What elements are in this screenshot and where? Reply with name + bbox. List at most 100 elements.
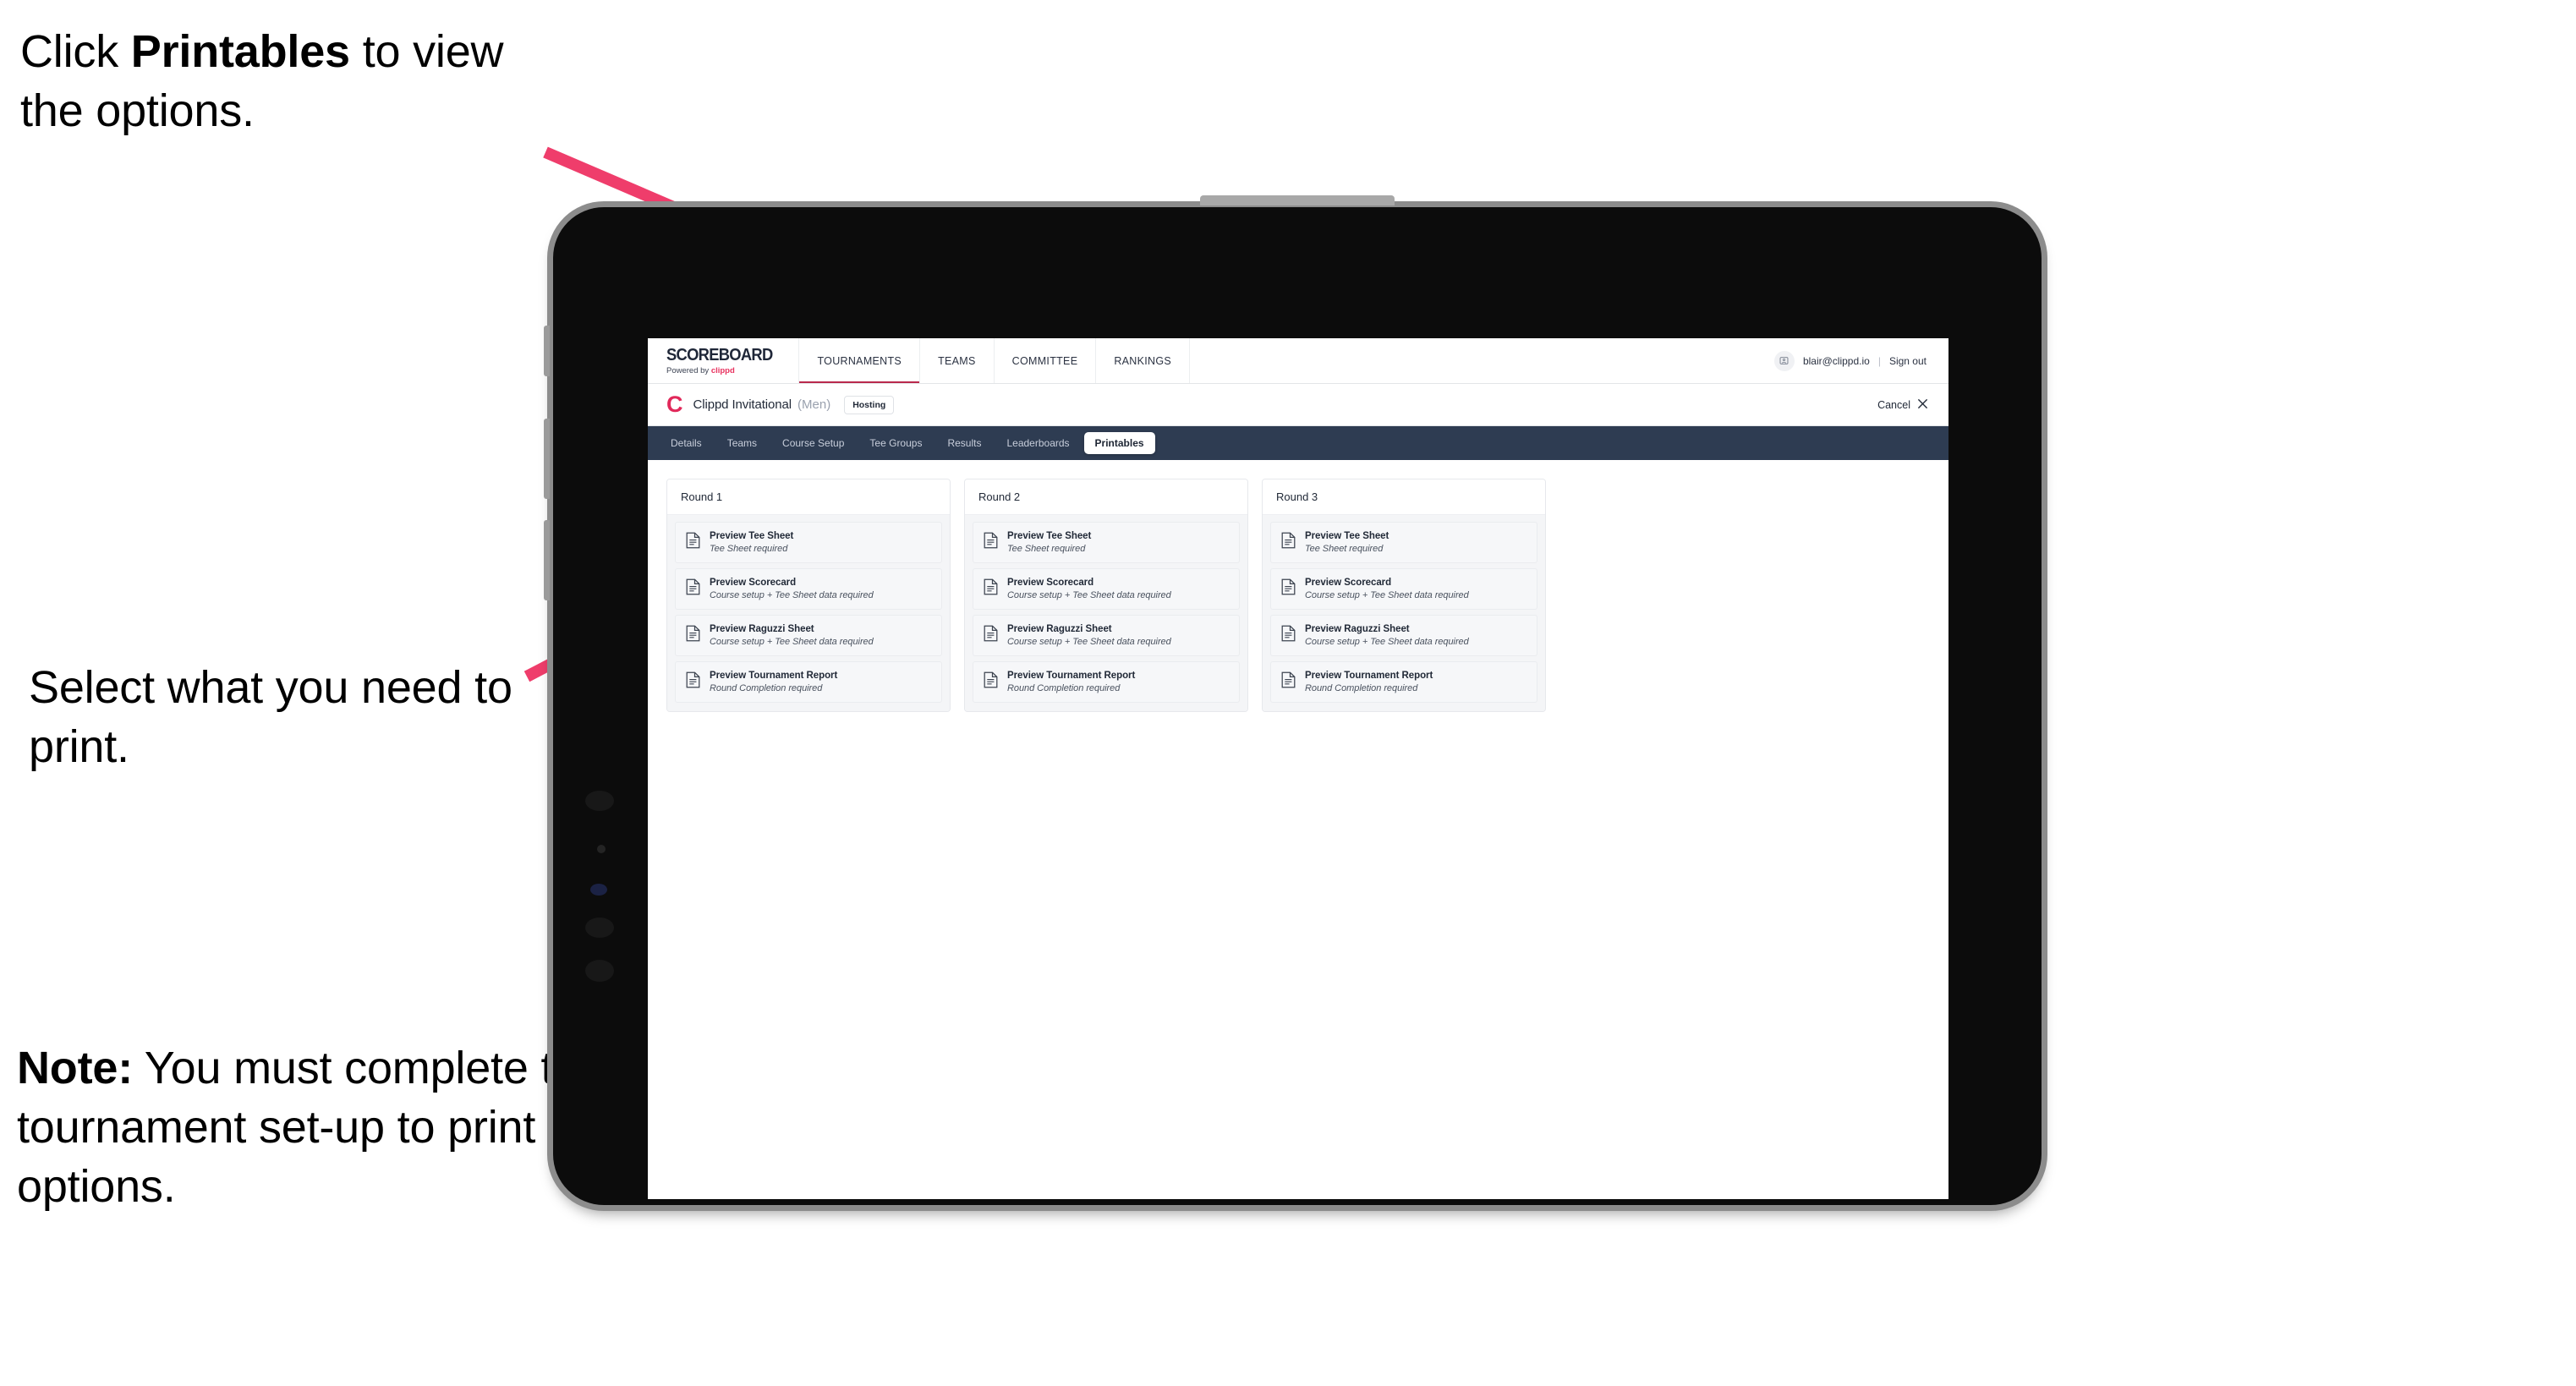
account-email: blair@clippd.io [1802, 354, 1870, 367]
list-item[interactable]: Preview Tournament Report Round Completi… [675, 661, 942, 703]
list-item-title: Preview Tee Sheet [1305, 531, 1389, 541]
nav-link-tournaments[interactable]: TOURNAMENTS [799, 338, 921, 383]
sign-out-link[interactable]: Sign out [1889, 355, 1927, 367]
tab-leaderboards[interactable]: Leaderboards [995, 432, 1080, 454]
document-icon [686, 578, 700, 600]
cancel-button-label: Cancel [1877, 398, 1910, 411]
document-icon [686, 625, 700, 646]
tab-tee-groups-label: Tee Groups [869, 437, 923, 449]
list-item[interactable]: Preview Scorecard Course setup + Tee She… [1270, 568, 1537, 610]
list-item-subtitle: Course setup + Tee Sheet data required [1305, 637, 1469, 647]
list-item[interactable]: Preview Raguzzi Sheet Course setup + Tee… [973, 615, 1240, 656]
nav-link-committee[interactable]: COMMITTEE [995, 338, 1097, 383]
list-item-title: Preview Scorecard [1305, 578, 1392, 588]
tab-course-setup[interactable]: Course Setup [771, 432, 855, 454]
printables-content: Round 1 Preview Tee Sheet Tee Sheet requ… [648, 460, 1948, 1199]
list-item-subtitle: Course setup + Tee Sheet data required [710, 637, 874, 647]
tablet-sensor-dot [597, 845, 606, 853]
document-icon [1281, 671, 1296, 693]
tournament-gender: (Men) [797, 397, 831, 412]
list-item[interactable]: Preview Raguzzi Sheet Course setup + Tee… [675, 615, 942, 656]
list-item-title: Preview Raguzzi Sheet [1007, 624, 1112, 634]
tab-printables[interactable]: Printables [1083, 432, 1155, 454]
list-item-subtitle: Course setup + Tee Sheet data required [710, 590, 874, 600]
nav-link-committee-label: COMMITTEE [1011, 354, 1078, 367]
list-item[interactable]: Preview Tee Sheet Tee Sheet required [973, 522, 1240, 563]
tab-tee-groups[interactable]: Tee Groups [858, 432, 933, 454]
tablet-camera-lens [590, 884, 607, 896]
account-area: blair@clippd.io | Sign out [1773, 338, 1948, 383]
list-item-subtitle: Tee Sheet required [1305, 544, 1384, 554]
nav-link-rankings[interactable]: RANKINGS [1096, 338, 1191, 383]
tab-results[interactable]: Results [936, 432, 992, 454]
screenshot-root: Click Printables to view the options. Se… [0, 0, 2576, 1386]
list-item-subtitle: Tee Sheet required [710, 544, 788, 554]
round-1-title: Round 1 [667, 479, 950, 515]
scoreboard-logo[interactable]: SCOREBOARD Powered by clippd [648, 338, 800, 383]
round-3-title: Round 3 [1263, 479, 1545, 515]
list-item-subtitle: Round Completion required [1007, 683, 1121, 693]
user-avatar-icon[interactable] [1773, 350, 1795, 371]
clippd-c-logo-icon: C [666, 392, 683, 417]
list-item-title: Preview Tournament Report [710, 671, 838, 681]
tab-details-label: Details [671, 437, 702, 449]
list-item[interactable]: Preview Tee Sheet Tee Sheet required [675, 522, 942, 563]
nav-link-teams[interactable]: TEAMS [920, 338, 995, 383]
document-icon [1281, 578, 1296, 600]
tab-details[interactable]: Details [660, 432, 713, 454]
round-column-2: Round 2 Preview Tee Sheet Tee Sheet requ… [964, 479, 1248, 712]
list-item-subtitle: Round Completion required [710, 683, 823, 693]
tab-results-label: Results [947, 437, 982, 449]
list-item-subtitle: Course setup + Tee Sheet data required [1007, 637, 1171, 647]
list-item[interactable]: Preview Tournament Report Round Completi… [1270, 661, 1537, 703]
annotation-click-printables: Click Printables to view the options. [20, 22, 562, 140]
annotation-click-pre: Click [20, 26, 131, 77]
list-item-title: Preview Tee Sheet [710, 531, 794, 541]
list-item-title: Preview Scorecard [710, 578, 797, 588]
tablet-speaker-hole-1 [585, 791, 614, 811]
annotation-select-print: Select what you need to print. [29, 658, 536, 776]
annotation-click-bold: Printables [130, 26, 350, 77]
tablet-side-button-top[interactable] [544, 326, 550, 376]
tab-teams[interactable]: Teams [716, 432, 768, 454]
tablet-speaker-hole-2 [585, 918, 614, 938]
tab-course-setup-label: Course Setup [782, 437, 845, 449]
document-icon [984, 671, 998, 693]
round-column-1: Round 1 Preview Tee Sheet Tee Sheet requ… [666, 479, 951, 712]
tab-printables-label: Printables [1094, 437, 1144, 449]
list-item[interactable]: Preview Scorecard Course setup + Tee She… [973, 568, 1240, 610]
tab-leaderboards-label: Leaderboards [1006, 437, 1070, 449]
cancel-button[interactable]: Cancel [1877, 398, 1928, 411]
round-3-items: Preview Tee Sheet Tee Sheet required Pre… [1263, 515, 1545, 711]
brand-clippd-name: clippd [710, 365, 735, 375]
brand-subtitle: Powered by clippd [666, 366, 781, 375]
document-icon [984, 532, 998, 553]
list-item[interactable]: Preview Tournament Report Round Completi… [973, 661, 1240, 703]
tablet-device: SCOREBOARD Powered by clippd TOURNAMENTS… [544, 195, 2042, 1205]
status-badge: Hosting [844, 395, 895, 414]
document-icon [686, 532, 700, 553]
list-item-subtitle: Round Completion required [1305, 683, 1418, 693]
brand-title: SCOREBOARD [666, 345, 773, 364]
tablet-top-connector [1200, 195, 1395, 205]
list-item[interactable]: Preview Tee Sheet Tee Sheet required [1270, 522, 1537, 563]
round-1-items: Preview Tee Sheet Tee Sheet required Pre… [667, 515, 950, 711]
round-column-3: Round 3 Preview Tee Sheet Tee Sheet requ… [1262, 479, 1546, 712]
list-item-subtitle: Course setup + Tee Sheet data required [1305, 590, 1469, 600]
nav-link-teams-label: TEAMS [938, 354, 976, 367]
account-separator: | [1877, 354, 1881, 367]
round-2-title: Round 2 [965, 479, 1247, 515]
document-icon [686, 671, 700, 693]
brand-powered-prefix: Powered by [666, 365, 711, 375]
tablet-volume-up-button[interactable] [544, 419, 550, 499]
list-item-title: Preview Tournament Report [1305, 671, 1433, 681]
tournament-header-bar: C Clippd Invitational (Men) Hosting Canc… [648, 384, 1948, 426]
list-item[interactable]: Preview Scorecard Course setup + Tee She… [675, 568, 942, 610]
tablet-screen: SCOREBOARD Powered by clippd TOURNAMENTS… [648, 338, 1948, 1199]
list-item-title: Preview Scorecard [1007, 578, 1094, 588]
list-item[interactable]: Preview Raguzzi Sheet Course setup + Tee… [1270, 615, 1537, 656]
document-icon [984, 578, 998, 600]
tablet-volume-down-button[interactable] [544, 520, 550, 600]
list-item-title: Preview Raguzzi Sheet [1305, 624, 1410, 634]
tablet-speaker-hole-3 [585, 960, 614, 982]
